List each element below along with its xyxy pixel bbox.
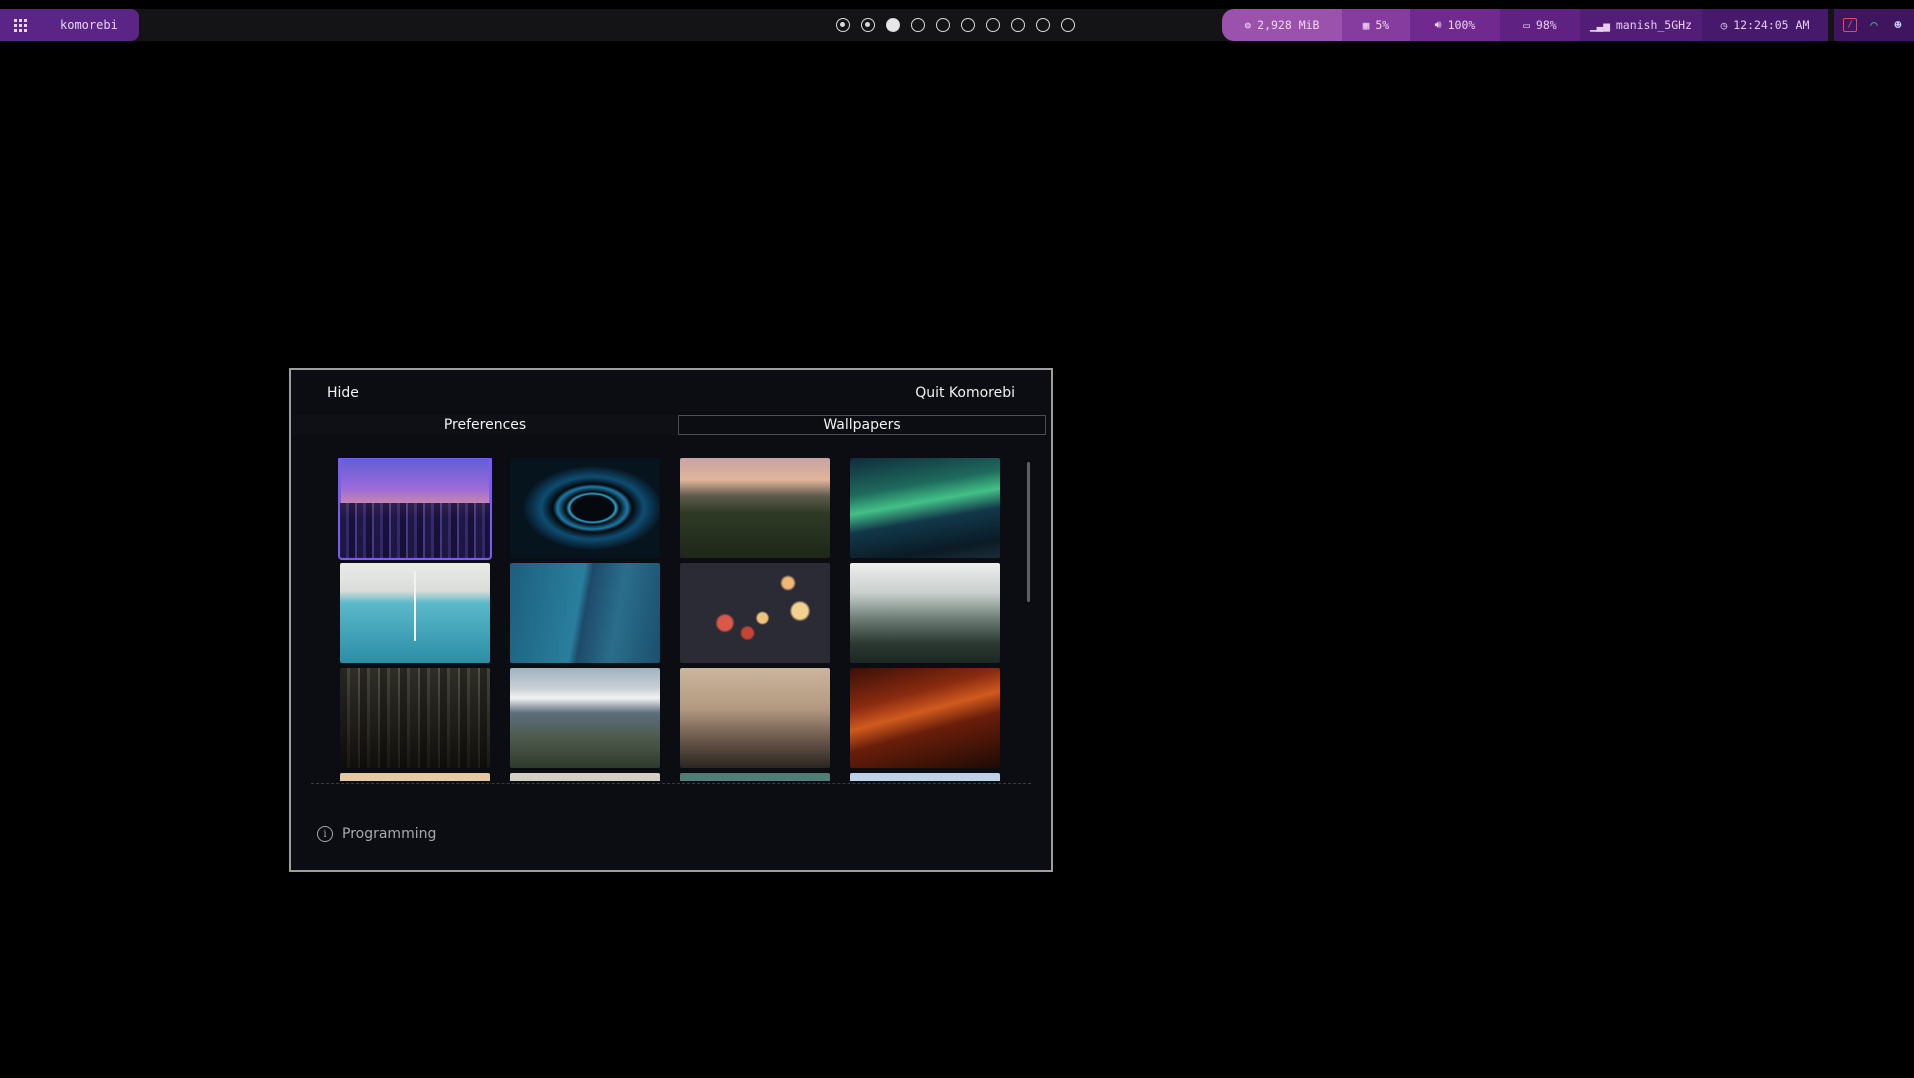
wallpaper-scrollbar[interactable] (1027, 462, 1030, 602)
cpu-icon: ▦ (1362, 18, 1370, 32)
workspace-2[interactable] (861, 18, 875, 32)
battery-value: 98% (1535, 18, 1557, 32)
volume-widget[interactable]: 🔊︎ 100% (1410, 9, 1500, 41)
cpu-value: 5% (1375, 18, 1390, 32)
workspace-8[interactable] (1011, 18, 1025, 32)
status-segments: ⊜ 2,928 MiB ▦ 5% 🔊︎ 100% ▭ 98% ▁▃▅ manis… (1222, 9, 1828, 41)
city-night-wallpaper[interactable] (338, 458, 492, 560)
wallpaper-info-text: Programming (342, 826, 437, 842)
tab-preferences[interactable]: Preferences (293, 415, 677, 435)
workspace-4[interactable] (911, 18, 925, 32)
cpu-widget[interactable]: ▦ 5% (1342, 9, 1410, 41)
speaker-icon: 🔊︎ (1434, 18, 1442, 31)
memory-widget[interactable]: ⊜ 2,928 MiB (1222, 9, 1342, 41)
pdf-app-icon[interactable]: / (1843, 18, 1857, 32)
top-bar: komorebi ⊜ 2,928 MiB ▦ 5% 🔊︎ 100% ▭ 98% (0, 9, 1914, 41)
aurora-wallpaper[interactable] (850, 458, 1000, 558)
next-row-wallpaper[interactable] (850, 773, 1000, 781)
beach-pier-aerial-wallpaper[interactable] (340, 563, 490, 663)
clock-widget[interactable]: ◷ 12:24:05 AM (1702, 9, 1828, 41)
system-tray: / ◠ ☻ (1834, 9, 1914, 41)
info-icon: i (317, 826, 333, 842)
next-row-wallpaper[interactable] (510, 773, 660, 781)
wifi-icon[interactable]: ◠ (1867, 18, 1881, 32)
forest-hills-sunset-wallpaper[interactable] (680, 458, 830, 558)
bokeh-lights-wallpaper[interactable] (680, 563, 830, 663)
workspace-3[interactable] (886, 18, 900, 32)
matterhorn-wallpaper[interactable] (510, 668, 660, 768)
ocean-wave-wallpaper[interactable] (510, 563, 660, 663)
arrow-lights-wallpaper[interactable] (850, 668, 1000, 768)
workspace-indicators (836, 9, 1075, 41)
workspace-7[interactable] (986, 18, 1000, 32)
network-value: manish_5GHz (1615, 18, 1693, 32)
discord-icon[interactable]: ☻ (1891, 18, 1905, 32)
next-row-wallpaper[interactable] (680, 773, 830, 781)
foggy-pier-wallpaper[interactable] (680, 668, 830, 768)
misty-pine-forest-wallpaper[interactable] (850, 563, 1000, 663)
volume-value: 100% (1447, 18, 1476, 32)
workspace-1[interactable] (836, 18, 850, 32)
memory-value: 2,928 MiB (1257, 18, 1320, 32)
wallpaper-grid (311, 458, 1031, 781)
foggy-woods-wallpaper[interactable] (340, 668, 490, 768)
quit-komorebi-button[interactable]: Quit Komorebi (915, 385, 1015, 401)
battery-icon: ▭ (1523, 18, 1530, 32)
blue-swirl-wallpaper[interactable] (510, 458, 660, 558)
signal-icon: ▁▃▅ (1589, 18, 1610, 32)
wallpaper-info-row: i Programming (317, 826, 436, 842)
hide-button[interactable]: Hide (327, 385, 359, 401)
next-row-wallpaper[interactable] (340, 773, 490, 781)
clock-icon: ◷ (1720, 18, 1728, 32)
app-launcher-pill[interactable]: komorebi (0, 9, 139, 41)
workspace-6[interactable] (961, 18, 975, 32)
network-widget[interactable]: ▁▃▅ manish_5GHz (1580, 9, 1702, 41)
apps-grid-icon[interactable] (0, 9, 40, 41)
workspace-9[interactable] (1036, 18, 1050, 32)
grid-bottom-divider (311, 783, 1031, 784)
workspace-10[interactable] (1061, 18, 1075, 32)
focused-app-name: komorebi (60, 18, 118, 32)
workspace-5[interactable] (936, 18, 950, 32)
tab-wallpapers[interactable]: Wallpapers (678, 415, 1046, 435)
clock-value: 12:24:05 AM (1733, 18, 1810, 32)
battery-widget[interactable]: ▭ 98% (1500, 9, 1580, 41)
komorebi-settings-dialog: Hide Quit Komorebi Preferences Wallpaper… (289, 368, 1053, 872)
memory-icon: ⊜ (1244, 18, 1252, 32)
